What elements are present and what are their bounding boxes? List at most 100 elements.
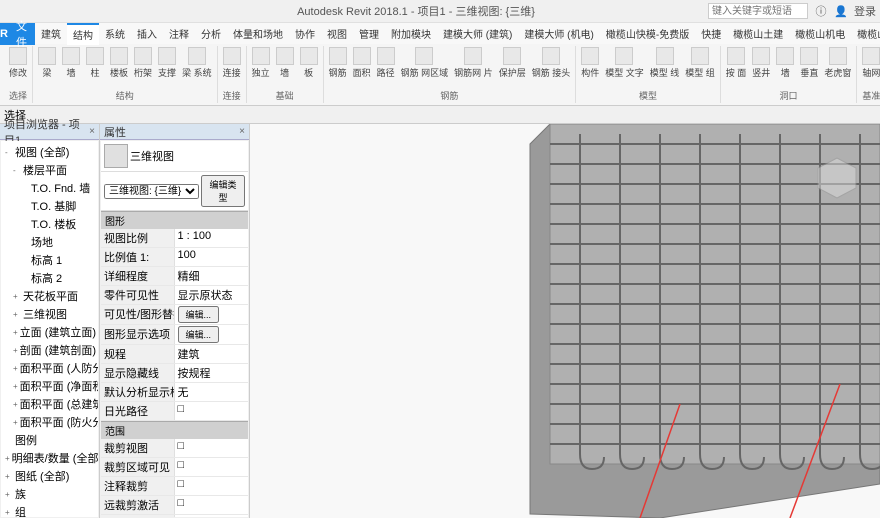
tab-systems[interactable]: 系统 (99, 23, 131, 45)
property-value[interactable]: 建筑 (175, 345, 249, 363)
project-browser-header[interactable]: 项目浏览器 - 项目1 × (0, 124, 99, 140)
tab-manage[interactable]: 管理 (353, 23, 385, 45)
property-group-header[interactable]: 范围 (101, 421, 248, 439)
close-icon[interactable]: × (239, 126, 245, 137)
property-value[interactable]: 编辑... (175, 325, 249, 344)
tree-node[interactable]: T.O. 基脚 (19, 197, 96, 215)
property-value[interactable]: 无 (175, 383, 249, 401)
tab-addins[interactable]: 附加模块 (385, 23, 437, 45)
viewcube[interactable] (814, 154, 860, 200)
ribbon-tool[interactable]: 独立 (250, 46, 272, 80)
tab-architecture[interactable]: 建筑 (35, 23, 67, 45)
ribbon-tool[interactable]: 按 面 (724, 46, 749, 80)
tree-node[interactable]: -视图 (全部) (3, 143, 96, 161)
ribbon-tool[interactable]: 模型 组 (683, 46, 717, 80)
tree-node[interactable]: +面积平面 (防火分区面积) (11, 413, 96, 431)
property-value[interactable]: □ (175, 402, 249, 420)
ribbon-tool[interactable]: 楼板 (108, 46, 130, 80)
ribbon-tool[interactable]: 连接 (221, 46, 243, 80)
expand-icon[interactable]: + (13, 400, 18, 409)
edit-button[interactable]: 编辑... (178, 306, 220, 323)
ribbon-tool[interactable]: 钢筋网 片 (452, 46, 495, 80)
ribbon-tool[interactable]: 墙 (274, 46, 296, 80)
ribbon-tool[interactable]: 模型 线 (648, 46, 682, 80)
tree-node[interactable]: +剖面 (建筑剖面) (11, 341, 96, 359)
expand-icon[interactable]: + (13, 382, 18, 391)
help-search-input[interactable] (708, 3, 808, 19)
tree-node[interactable]: +族 (3, 485, 96, 503)
property-value[interactable]: □ (175, 477, 249, 495)
tab-quick[interactable]: 快捷 (695, 23, 727, 45)
expand-icon[interactable]: + (13, 328, 18, 337)
expand-icon[interactable]: - (13, 166, 21, 175)
tree-node[interactable]: +面积平面 (总建筑面积) (11, 395, 96, 413)
view3d-canvas[interactable] (250, 124, 880, 518)
ribbon-tool[interactable]: 面积 (351, 46, 373, 80)
user-icon[interactable]: 👤 (834, 4, 848, 18)
login-link[interactable]: 登录 (854, 3, 876, 19)
tree-node[interactable]: +面积平面 (人防分区面积) (11, 359, 96, 377)
edit-type-button[interactable]: 编辑类型 (201, 175, 245, 207)
expand-icon[interactable]: + (5, 472, 13, 481)
ribbon-tool[interactable]: 梁 (36, 46, 58, 80)
expand-icon[interactable]: + (5, 508, 13, 517)
tab-jmds-arch[interactable]: 建模大师 (建筑) (437, 23, 518, 45)
expand-icon[interactable]: + (5, 454, 10, 463)
tree-node[interactable]: 标高 1 (19, 251, 96, 269)
tree-node[interactable]: T.O. Fnd. 墙 (19, 179, 96, 197)
tab-annotate[interactable]: 注释 (163, 23, 195, 45)
instance-selector[interactable]: 三维视图: {三维} (104, 184, 199, 199)
ribbon-tool[interactable]: 支撑 (156, 46, 178, 80)
tree-node[interactable]: +天花板平面 (11, 287, 96, 305)
properties-header[interactable]: 属性 × (100, 124, 249, 140)
tree-node[interactable]: +面积平面 (净面积) (11, 377, 96, 395)
tree-node[interactable]: +明细表/数量 (全部) (3, 449, 96, 467)
ribbon-tool[interactable]: 钢筋 接头 (530, 46, 573, 80)
property-value[interactable]: 1 : 100 (175, 229, 249, 247)
ribbon-tool[interactable]: 保护层 (497, 46, 528, 80)
tree-node[interactable]: 标高 2 (19, 269, 96, 287)
property-value[interactable]: □ (175, 458, 249, 476)
expand-icon[interactable]: + (13, 346, 18, 355)
tab-jmds-mep[interactable]: 建模大师 (机电) (518, 23, 599, 45)
property-value[interactable]: 精细 (175, 267, 249, 285)
expand-icon[interactable]: + (13, 418, 18, 427)
tab-file[interactable]: 文件 (8, 23, 35, 45)
tab-analyze[interactable]: 分析 (195, 23, 227, 45)
tab-view[interactable]: 视图 (321, 23, 353, 45)
expand-icon[interactable]: + (13, 310, 21, 319)
app-menu-button[interactable]: R (0, 23, 8, 45)
project-tree[interactable]: -视图 (全部)-楼层平面T.O. Fnd. 墙T.O. 基脚T.O. 楼板场地… (1, 141, 98, 517)
ribbon-tool[interactable]: 梁 系统 (180, 46, 214, 80)
tab-structure[interactable]: 结构 (67, 23, 99, 45)
edit-button[interactable]: 编辑... (178, 326, 220, 343)
ribbon-tool[interactable]: 轴网 (860, 46, 880, 80)
property-value[interactable]: 编辑... (175, 305, 249, 324)
tab-gls-free[interactable]: 橄榄山免费范例 (851, 23, 880, 45)
property-value[interactable]: 按规程 (175, 364, 249, 382)
ribbon-tool[interactable]: 模型 文字 (603, 46, 646, 80)
ribbon-tool[interactable]: 板 (298, 46, 320, 80)
ribbon-tool[interactable]: 桁架 (132, 46, 154, 80)
close-icon[interactable]: × (89, 126, 95, 137)
tree-node[interactable]: +组 (3, 503, 96, 517)
ribbon-tool[interactable]: 路径 (375, 46, 397, 80)
expand-icon[interactable]: + (13, 292, 21, 301)
tab-collab[interactable]: 协作 (289, 23, 321, 45)
tab-insert[interactable]: 插入 (131, 23, 163, 45)
tree-node[interactable]: +图纸 (全部) (3, 467, 96, 485)
ribbon-tool[interactable]: 墙 (774, 46, 796, 80)
tab-gls-civil[interactable]: 橄榄山土建 (727, 23, 789, 45)
tab-gls-mep[interactable]: 橄榄山机电 (789, 23, 851, 45)
expand-icon[interactable]: - (5, 148, 13, 157)
tree-node[interactable]: +三维视图 (11, 305, 96, 323)
tree-node[interactable]: T.O. 楼板 (19, 215, 96, 233)
ribbon-tool[interactable]: 钢筋 (327, 46, 349, 80)
property-value[interactable]: □ (175, 496, 249, 514)
tab-gls-quickmodel[interactable]: 橄榄山快模-免费版 (600, 23, 695, 45)
ribbon-tool[interactable]: 钢筋 网区域 (399, 46, 451, 80)
tab-massing[interactable]: 体量和场地 (227, 23, 289, 45)
ribbon-tool[interactable]: 垂直 (798, 46, 820, 80)
property-value[interactable]: □ (175, 439, 249, 457)
info-icon[interactable]: ⓘ (814, 4, 828, 18)
